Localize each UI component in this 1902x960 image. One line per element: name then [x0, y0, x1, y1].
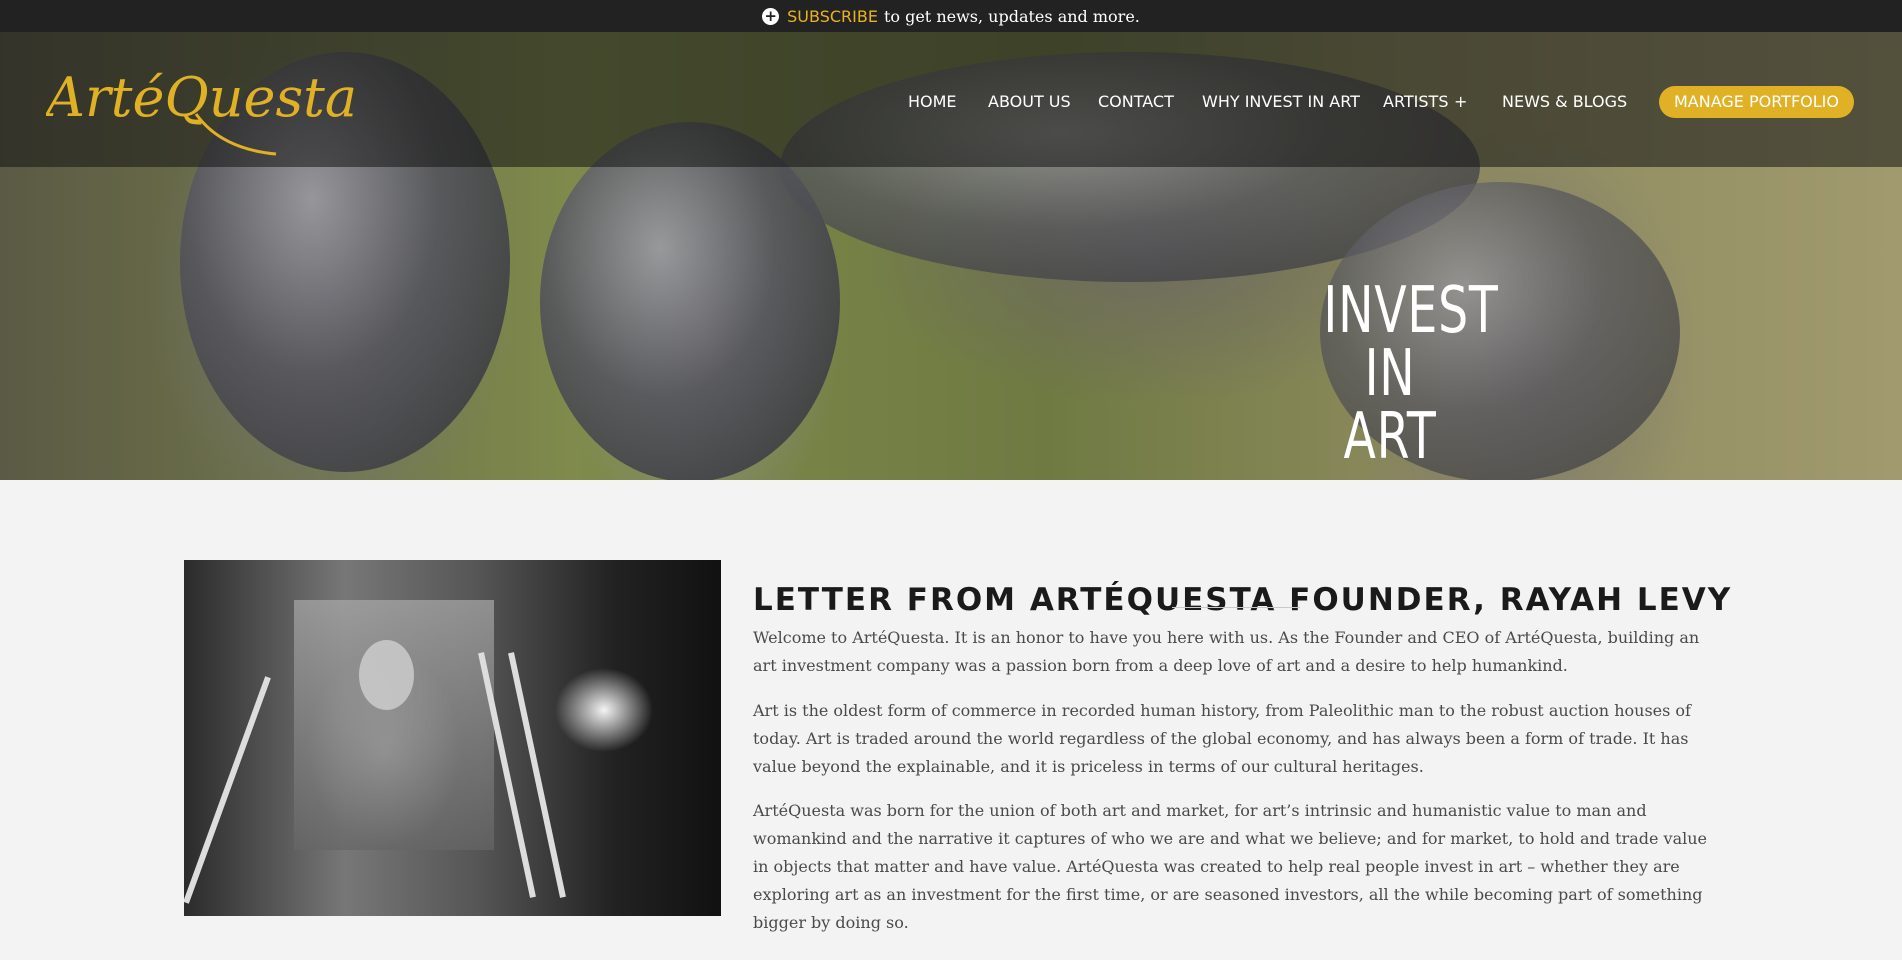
plus-circle-icon[interactable]: +: [762, 7, 780, 25]
title-divider: [1172, 607, 1300, 608]
hero-banner: ArtéQuesta HOME ABOUT US CONTACT WHY INV…: [0, 32, 1902, 480]
letter-title: LETTER FROM ARTÉQUESTA FOUNDER, RAYAH LE…: [753, 581, 1733, 618]
nav-contact[interactable]: CONTACT: [1098, 87, 1174, 117]
painting-face: [359, 640, 414, 710]
main-navigation: HOME ABOUT US CONTACT WHY INVEST IN ART …: [0, 86, 1902, 118]
subscribe-link[interactable]: SUBSCRIBE: [787, 7, 878, 26]
subscribe-bar: + SUBSCRIBE to get news, updates and mor…: [0, 0, 1902, 32]
nav-why-invest-in-art[interactable]: WHY INVEST IN ART: [1202, 87, 1360, 117]
nav-artists[interactable]: ARTISTS: [1383, 87, 1448, 117]
letter-paragraph-1: Welcome to ArtéQuesta. It is an honor to…: [753, 628, 1700, 675]
painting-canvas: [294, 600, 494, 850]
hero-title-line2: IN ART: [1343, 337, 1437, 474]
hero-title-line1: INVEST: [1323, 274, 1499, 348]
nav-home[interactable]: HOME: [908, 87, 957, 117]
manage-portfolio-button[interactable]: MANAGE PORTFOLIO: [1659, 86, 1854, 118]
letter-paragraph-2: Art is the oldest form of commerce in re…: [753, 701, 1691, 776]
nav-news-blogs[interactable]: NEWS & BLOGS: [1502, 87, 1627, 117]
nav-artists-expand-icon[interactable]: +: [1454, 87, 1467, 117]
founder-photo: [184, 560, 721, 916]
hero-title: INVEST IN ART: [1323, 274, 1499, 474]
subscribe-text: to get news, updates and more.: [883, 6, 1140, 26]
letter-paragraph-3: ArtéQuesta was born for the union of bot…: [753, 801, 1707, 932]
nav-about-us[interactable]: ABOUT US: [988, 87, 1071, 117]
